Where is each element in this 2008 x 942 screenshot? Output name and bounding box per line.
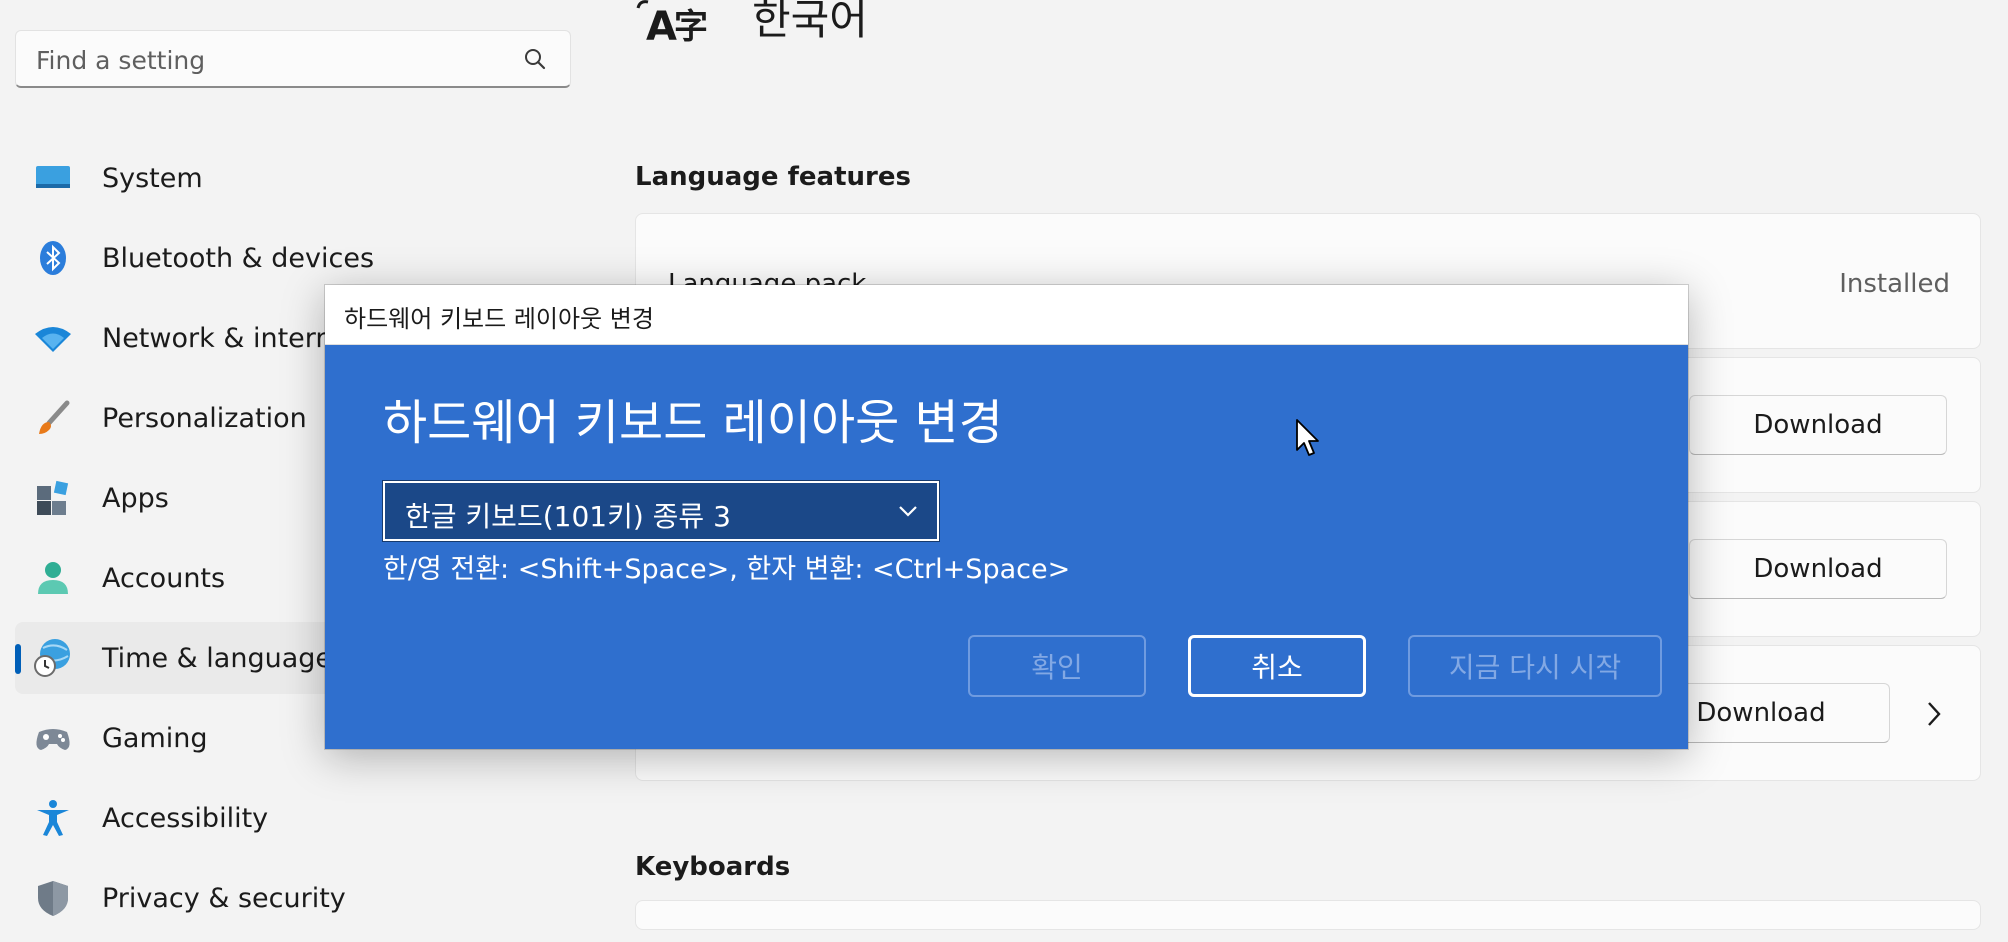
- apps-icon: [33, 478, 73, 518]
- shortcut-hint: 한/영 전환: <Shift+Space>, 한자 변환: <Ctrl+Spac…: [383, 547, 1070, 586]
- sidebar-item-label: Bluetooth & devices: [102, 243, 374, 274]
- language-features-heading: Language features: [635, 162, 911, 192]
- search-input[interactable]: [34, 41, 508, 79]
- sidebar-item-label: Privacy & security: [102, 883, 346, 914]
- gaming-icon: [33, 718, 73, 758]
- dialog-body: 하드웨어 키보드 레이아웃 변경 한글 키보드(101키) 종류 3 한/영 전…: [325, 345, 1688, 749]
- sidebar-item-label: Network & internet: [102, 323, 360, 354]
- sidebar-item-bluetooth[interactable]: Bluetooth & devices: [15, 222, 571, 294]
- ok-button[interactable]: 확인: [968, 635, 1146, 697]
- sidebar-item-label: Accessibility: [102, 803, 268, 834]
- sidebar-item-label: Time & language: [102, 643, 332, 674]
- dialog-titlebar[interactable]: 하드웨어 키보드 레이아웃 변경: [325, 285, 1688, 345]
- shield-icon: [33, 878, 73, 918]
- keyboard-layout-select-value: 한글 키보드(101키) 종류 3: [405, 495, 731, 535]
- sidebar-item-label: System: [102, 163, 203, 194]
- download-button[interactable]: Download: [1689, 395, 1947, 455]
- language-name: 한국어: [752, 0, 868, 47]
- accounts-icon: [33, 558, 73, 598]
- keyboards-heading: Keyboards: [635, 852, 790, 882]
- search-box[interactable]: [15, 30, 571, 88]
- language-icon: A 字: [630, 0, 716, 46]
- mouse-cursor-icon: [1295, 418, 1319, 458]
- sidebar-item-accessibility[interactable]: Accessibility: [15, 782, 571, 854]
- dialog-window-title: 하드웨어 키보드 레이아웃 변경: [344, 299, 654, 334]
- sidebar-item-label: Gaming: [102, 723, 208, 754]
- bluetooth-icon: [33, 238, 73, 278]
- sidebar-item-label: Personalization: [102, 403, 307, 434]
- keyboard-layout-dialog: 하드웨어 키보드 레이아웃 변경 하드웨어 키보드 레이아웃 변경 한글 키보드…: [325, 285, 1688, 749]
- sidebar-item-label: Accounts: [102, 563, 225, 594]
- dialog-heading: 하드웨어 키보드 레이아웃 변경: [383, 383, 1003, 453]
- wifi-icon: [33, 318, 73, 358]
- sidebar-item-privacy[interactable]: Privacy & security: [15, 862, 571, 934]
- keyboards-card: [635, 900, 1981, 930]
- sidebar-item-system[interactable]: System: [15, 142, 571, 214]
- restart-now-button[interactable]: 지금 다시 시작: [1408, 635, 1662, 697]
- brush-icon: [33, 398, 73, 438]
- cancel-button[interactable]: 취소: [1188, 635, 1366, 697]
- search-icon[interactable]: [522, 47, 548, 73]
- download-button[interactable]: Download: [1689, 539, 1947, 599]
- language-pack-status: Installed: [1839, 269, 1950, 299]
- accessibility-icon: [33, 798, 73, 838]
- chevron-right-icon[interactable]: [1923, 699, 1945, 729]
- time-language-icon: [33, 638, 73, 678]
- keyboard-layout-select[interactable]: 한글 키보드(101키) 종류 3: [383, 481, 939, 541]
- system-icon: [33, 158, 73, 198]
- svg-text:A: A: [646, 4, 677, 46]
- svg-text:字: 字: [674, 7, 708, 46]
- chevron-down-icon: [897, 503, 919, 519]
- sidebar-item-label: Apps: [102, 483, 169, 514]
